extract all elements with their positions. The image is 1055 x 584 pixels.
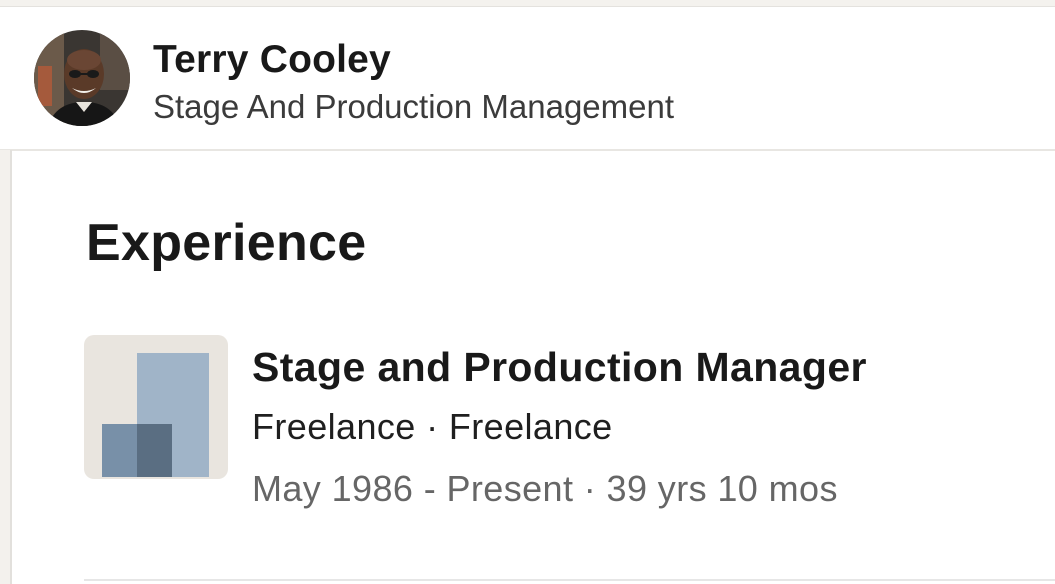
- company-logo-icon[interactable]: [84, 335, 228, 479]
- section-title: Experience: [86, 214, 367, 272]
- profile-experience-view: Terry Cooley Stage And Production Manage…: [0, 0, 1055, 584]
- experience-section: Experience Stage and Production Manager …: [12, 151, 1055, 584]
- avatar[interactable]: [34, 30, 130, 126]
- avatar-photo-icon: [34, 30, 130, 126]
- profile-header: Terry Cooley Stage And Production Manage…: [0, 7, 1055, 151]
- left-rail: [0, 150, 12, 584]
- company-placeholder-logo-icon: [84, 335, 228, 479]
- experience-dates-line: May 1986 - Present · 39 yrs 10 mos: [252, 468, 838, 509]
- divider: [84, 579, 1055, 581]
- profile-name[interactable]: Terry Cooley: [153, 40, 391, 79]
- experience-job-title[interactable]: Stage and Production Manager: [252, 347, 867, 388]
- profile-headline: Stage And Production Management: [153, 88, 675, 125]
- top-border: [0, 0, 1055, 7]
- experience-company-line: Freelance · Freelance: [252, 406, 613, 447]
